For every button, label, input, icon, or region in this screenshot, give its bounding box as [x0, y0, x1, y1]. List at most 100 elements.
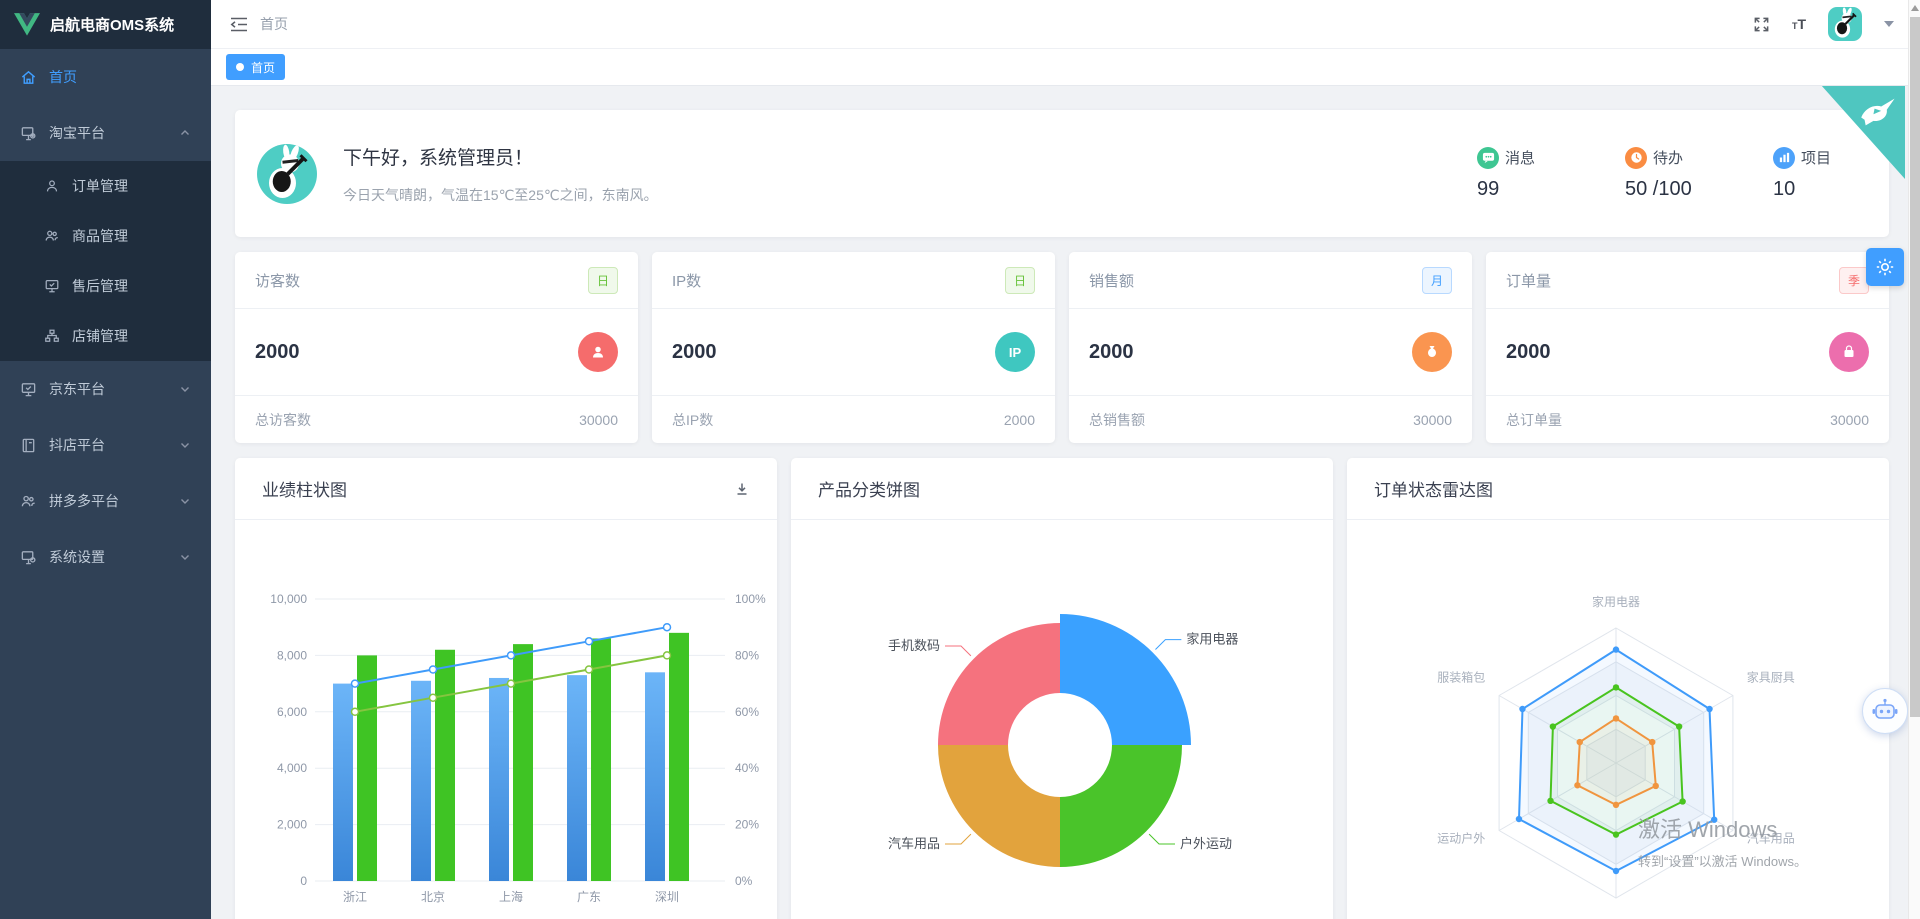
- svg-text:4,000: 4,000: [277, 761, 307, 775]
- page-scrollbar[interactable]: [1908, 0, 1920, 919]
- user-menu-caret[interactable]: [1884, 21, 1894, 27]
- footer-label: 总销售额: [1089, 410, 1145, 430]
- chart-title: 产品分类饼图: [818, 476, 920, 501]
- sidebar-item-order-management[interactable]: 订单管理: [0, 161, 211, 211]
- category-pie-chart: 家用电器户外运动汽车用品手机数码: [791, 520, 1333, 919]
- todos-count: 50 /100: [1625, 178, 1695, 201]
- svg-text:10,000: 10,000: [270, 592, 307, 606]
- sidebar-item-product-management[interactable]: 商品管理: [0, 211, 211, 261]
- svg-text:北京: 北京: [421, 890, 445, 904]
- sidebar-item-label: 系统设置: [49, 547, 105, 567]
- svg-text:家用电器: 家用电器: [1186, 632, 1238, 647]
- sidebar-item-home[interactable]: 首页: [0, 49, 211, 105]
- fullscreen-icon: [1753, 16, 1770, 33]
- footer-label: 总IP数: [672, 410, 713, 430]
- sidebar-item-label: 淘宝平台: [49, 123, 105, 143]
- chart-title: 业绩柱状图: [262, 476, 347, 501]
- dove-icon: [1859, 95, 1899, 129]
- message-icon: [1477, 147, 1499, 169]
- tab-home[interactable]: 首页: [226, 54, 285, 80]
- rabbit-avatar-icon: [1828, 7, 1862, 41]
- svg-text:2,000: 2,000: [277, 818, 307, 832]
- period-badge[interactable]: 季: [1839, 267, 1869, 294]
- todo-clock-icon: [1625, 147, 1647, 169]
- footer-value: 30000: [1413, 412, 1452, 428]
- radar-chart-card: 订单状态雷达图 家用电器家具厨具汽车用品手机数码运动户外服装箱包: [1347, 458, 1889, 919]
- project-chart-icon: [1773, 147, 1795, 169]
- download-button[interactable]: [734, 481, 750, 497]
- topbar: 首页 TT: [211, 0, 1920, 49]
- sidebar-item-store-management[interactable]: 店铺管理: [0, 311, 211, 361]
- welcome-card: 下午好，系统管理员！ 今日天气晴朗，气温在15℃至25℃之间，东南风。 消息 9…: [235, 110, 1889, 237]
- svg-text:汽车用品: 汽车用品: [1747, 831, 1795, 846]
- sidebar-fold-button[interactable]: [211, 17, 260, 32]
- sidebar-item-label: 抖店平台: [49, 435, 105, 455]
- card-value: 2000: [255, 341, 300, 364]
- sidebar-item-label: 首页: [49, 67, 77, 87]
- breadcrumb[interactable]: 首页: [260, 14, 288, 34]
- sidebar-item-label: 商品管理: [72, 226, 128, 246]
- rabbit-avatar-icon: [257, 144, 317, 204]
- card-title: 订单量: [1506, 270, 1551, 291]
- svg-text:20%: 20%: [735, 818, 759, 832]
- user-icon: [44, 178, 60, 194]
- charts-row: 业绩柱状图 00%2,00020%4,00040%6,00060%8,00080…: [235, 458, 1889, 919]
- chevron-up-icon: [179, 127, 191, 139]
- sidebar-item-douyin[interactable]: 抖店平台: [0, 417, 211, 473]
- period-badge[interactable]: 日: [588, 267, 618, 294]
- messages-count: 99: [1477, 178, 1547, 201]
- chevron-down-icon: [179, 551, 191, 563]
- sidebar-menu: 首页 淘宝平台 订单管理 商品管理 售后管理 店铺管理: [0, 49, 211, 585]
- monitor-check-icon: [44, 278, 60, 294]
- order-status-radar-chart: 家用电器家具厨具汽车用品手机数码运动户外服装箱包: [1347, 520, 1889, 919]
- sidebar-item-label: 售后管理: [72, 276, 128, 296]
- theme-settings-button[interactable]: [1866, 248, 1904, 286]
- sidebar-item-settings[interactable]: 系统设置: [0, 529, 211, 585]
- period-badge[interactable]: 日: [1005, 267, 1035, 294]
- shop-platform-icon: [20, 125, 37, 142]
- chart-title: 订单状态雷达图: [1374, 476, 1493, 501]
- welcome-stats: 消息 99 待办 50 /100 项目: [1477, 147, 1843, 201]
- card-value: 2000: [672, 341, 717, 364]
- svg-text:服装箱包: 服装箱包: [1437, 670, 1485, 685]
- vue-logo-icon: [14, 13, 40, 36]
- svg-text:80%: 80%: [735, 648, 759, 662]
- active-tab-dot: [236, 63, 244, 71]
- fullscreen-button[interactable]: [1753, 16, 1770, 33]
- footer-value: 30000: [1830, 412, 1869, 428]
- orders-icon: [1829, 332, 1869, 372]
- tab-label: 首页: [251, 59, 275, 76]
- fold-menu-icon: [230, 17, 248, 32]
- main-content: 下午好，系统管理员！ 今日天气晴朗，气温在15℃至25℃之间，东南风。 消息 9…: [211, 86, 1908, 919]
- welcome-text: 下午好，系统管理员！ 今日天气晴朗，气温在15℃至25℃之间，东南风。: [343, 143, 658, 205]
- svg-text:0%: 0%: [735, 874, 753, 888]
- font-size-button[interactable]: TT: [1792, 17, 1806, 31]
- chevron-down-icon: [179, 495, 191, 507]
- card-title: 销售额: [1089, 270, 1134, 291]
- svg-text:广东: 广东: [577, 890, 601, 904]
- robot-icon: [1870, 696, 1900, 726]
- user-avatar[interactable]: [1828, 7, 1862, 41]
- stat-cards-row: 访客数 日 2000 总访客数 30000 IP数 日 2000: [235, 252, 1889, 443]
- sidebar-item-jd[interactable]: 京东平台: [0, 361, 211, 417]
- sidebar-item-pdd[interactable]: 拼多多平台: [0, 473, 211, 529]
- assistant-robot-button[interactable]: [1862, 688, 1908, 734]
- sidebar-item-taobao[interactable]: 淘宝平台: [0, 105, 211, 161]
- gear-icon: [1875, 257, 1895, 277]
- projects-stat: 项目 10: [1773, 147, 1843, 201]
- sidebar-item-label: 店铺管理: [72, 326, 128, 346]
- svg-text:家用电器: 家用电器: [1592, 594, 1640, 609]
- monitor-icon: [20, 381, 37, 398]
- period-badge[interactable]: 月: [1422, 267, 1452, 294]
- pie-chart-card: 产品分类饼图 家用电器户外运动汽车用品手机数码: [791, 458, 1333, 919]
- svg-text:上海: 上海: [499, 889, 523, 904]
- footer-label: 总订单量: [1506, 410, 1562, 430]
- sidebar-item-label: 京东平台: [49, 379, 105, 399]
- stat-label: 项目: [1801, 147, 1831, 168]
- sidebar-item-aftersale-management[interactable]: 售后管理: [0, 261, 211, 311]
- card-title: IP数: [672, 270, 701, 291]
- card-value: 2000: [1089, 341, 1134, 364]
- scrollbar-up-arrow[interactable]: [1911, 5, 1919, 11]
- scrollbar-thumb[interactable]: [1910, 17, 1920, 717]
- svg-text:60%: 60%: [735, 705, 759, 719]
